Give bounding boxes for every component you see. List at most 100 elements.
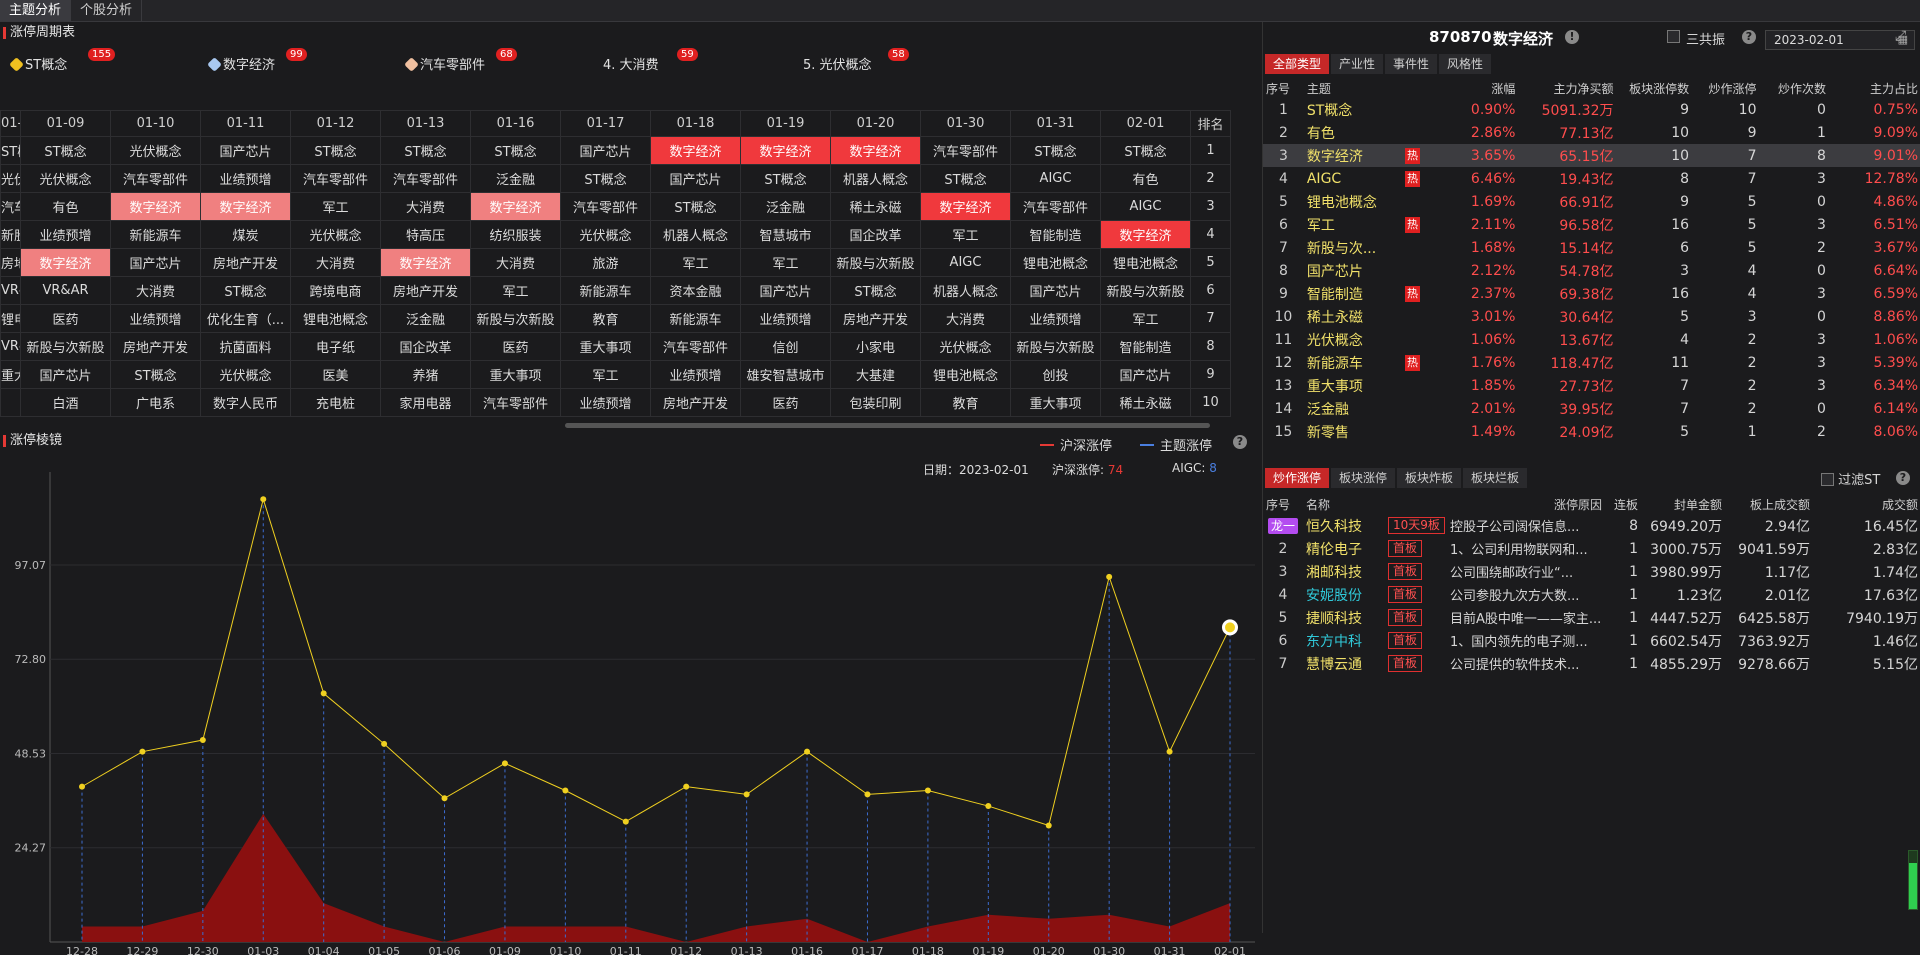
- cycle-cell[interactable]: 数字经济: [110, 192, 201, 221]
- cycle-cell[interactable]: 光伏概念: [920, 332, 1011, 361]
- cycle-cell[interactable]: 锂电池概念: [920, 360, 1011, 389]
- cycle-cell[interactable]: 业绩预增: [110, 304, 201, 333]
- column-header[interactable]: 主题: [1304, 78, 1402, 98]
- cycle-cell[interactable]: 泛金融: [470, 164, 561, 193]
- cycle-cell[interactable]: 抗菌面料: [200, 332, 291, 361]
- cycle-cell[interactable]: 创投: [1010, 360, 1101, 389]
- cycle-cell[interactable]: ST概念: [740, 164, 831, 193]
- date-header[interactable]: 01-06: [0, 110, 21, 137]
- theme-row[interactable]: 4 AIGC 热 6.46% 19.43亿 8 7 3 12.78%: [1263, 167, 1920, 190]
- date-header[interactable]: 01-11: [200, 110, 291, 137]
- date-header[interactable]: 01-13: [380, 110, 471, 137]
- theme-row[interactable]: 15 新零售 1.49% 24.09亿 5 1 2 8.06%: [1263, 420, 1920, 443]
- date-header[interactable]: 01-19: [740, 110, 831, 137]
- sangong-help-icon[interactable]: ?: [1742, 30, 1756, 44]
- cycle-cell[interactable]: 房地产开发: [650, 388, 741, 417]
- cycle-cell[interactable]: 智能制造: [1100, 332, 1191, 361]
- cycle-cell[interactable]: 数字经济: [470, 192, 561, 221]
- stock-tab[interactable]: 板块烂板: [1463, 468, 1528, 488]
- cycle-cell[interactable]: 新能源车: [560, 276, 651, 305]
- cycle-cell[interactable]: 房地产开发: [110, 332, 201, 361]
- stock-name[interactable]: 东方中科: [1303, 629, 1385, 652]
- cycle-cell[interactable]: 数字经济: [920, 192, 1011, 221]
- cycle-cell[interactable]: 国产芯片: [740, 276, 831, 305]
- cycle-cell[interactable]: 旅游: [560, 248, 651, 277]
- cycle-cell[interactable]: 机器人概念: [650, 220, 741, 249]
- theme-row[interactable]: 12 新能源车热 1.76% 118.47亿 11 2 3 5.39%: [1263, 351, 1920, 374]
- date-header[interactable]: 01-20: [830, 110, 921, 137]
- cycle-cell[interactable]: ST概念: [920, 164, 1011, 193]
- theme-row[interactable]: 7 新股与次... 1.68% 15.14亿 6 5 2 3.67%: [1263, 236, 1920, 259]
- cycle-cell[interactable]: 信创: [740, 332, 831, 361]
- cycle-cell[interactable]: VR&AR: [0, 332, 21, 361]
- cycle-cell[interactable]: 数字经济: [650, 136, 741, 165]
- column-header[interactable]: [1402, 78, 1445, 98]
- cycle-cell[interactable]: 特高压: [380, 220, 471, 249]
- theme-name[interactable]: 稀土永磁: [1304, 305, 1402, 328]
- stock-tab[interactable]: 板块涨停: [1331, 468, 1396, 488]
- stock-name[interactable]: 安妮股份: [1303, 583, 1385, 606]
- data-point[interactable]: [1166, 748, 1173, 755]
- cycle-cell[interactable]: 汽车零部件: [650, 332, 741, 361]
- limit-reason[interactable]: 1、国内领先的电子测...: [1447, 629, 1605, 652]
- data-point[interactable]: [924, 787, 931, 794]
- cycle-cell[interactable]: 汽车零部件: [1010, 192, 1101, 221]
- data-point[interactable]: [381, 740, 388, 747]
- cycle-cell[interactable]: 汽车零部件: [290, 164, 381, 193]
- theme-name[interactable]: 锂电池概念: [1304, 190, 1402, 213]
- expand-icon[interactable]: ⤢: [1895, 28, 1906, 44]
- theme-row[interactable]: 2 有色 2.86% 77.13亿 10 9 1 9.09%: [1263, 121, 1920, 144]
- cycle-cell[interactable]: 汽车零部件: [380, 164, 471, 193]
- cycle-cell[interactable]: 医药: [740, 388, 831, 417]
- theme-row[interactable]: 6 军工热 2.11% 96.58亿 16 5 3 6.51%: [1263, 213, 1920, 236]
- date-header[interactable]: 01-18: [650, 110, 741, 137]
- cycle-cell[interactable]: 大消费: [380, 192, 471, 221]
- date-header[interactable]: 01-16: [470, 110, 561, 137]
- cycle-cell[interactable]: ST概念: [1100, 136, 1191, 165]
- theme-name[interactable]: ST概念: [1304, 98, 1402, 121]
- type-tab[interactable]: 事件性: [1385, 54, 1438, 74]
- cycle-cell[interactable]: 新能源车: [650, 304, 741, 333]
- stock-row[interactable]: 龙一 恒久科技 10天9板 控股子公司阔保信息... 8 6949.20万 2.94亿 16.…: [1263, 514, 1920, 537]
- cycle-cell[interactable]: 光伏概念: [200, 360, 291, 389]
- cycle-cell[interactable]: 光伏概念: [110, 136, 201, 165]
- cycle-cell[interactable]: 大基建: [830, 360, 921, 389]
- cycle-cell[interactable]: 大消费: [110, 276, 201, 305]
- cycle-cell[interactable]: 数字经济: [380, 248, 471, 277]
- type-tab[interactable]: 产业性: [1331, 54, 1384, 74]
- theme-row[interactable]: 1 ST概念 0.90% 5091.32万 9 10 0 0.75%: [1263, 98, 1920, 121]
- column-header[interactable]: 连板: [1605, 494, 1641, 514]
- date-header[interactable]: 01-17: [560, 110, 651, 137]
- cycle-cell[interactable]: 光伏概念: [560, 220, 651, 249]
- cycle-cell[interactable]: 军工: [290, 192, 381, 221]
- cycle-cell[interactable]: ST概念: [830, 276, 921, 305]
- stock-name[interactable]: 湘邮科技: [1303, 560, 1385, 583]
- theme-row[interactable]: 3 数字经济热 3.65% 65.15亿 10 7 8 9.01%: [1263, 144, 1920, 167]
- column-header[interactable]: 名称: [1303, 494, 1385, 514]
- cycle-cell[interactable]: 国企改革: [830, 220, 921, 249]
- column-header[interactable]: 板块涨停数: [1616, 78, 1692, 98]
- theme-name[interactable]: 国产芯片: [1304, 259, 1402, 282]
- cycle-cell[interactable]: ST概念: [20, 136, 111, 165]
- cycle-cell[interactable]: 充电桩: [290, 388, 381, 417]
- theme-name[interactable]: 新股与次...: [1304, 236, 1402, 259]
- cycle-cell[interactable]: AIGC: [1010, 164, 1101, 193]
- cycle-cell[interactable]: 新股与次新股: [0, 220, 21, 249]
- cycle-cell[interactable]: 新股与次新股: [1010, 332, 1101, 361]
- cycle-cell[interactable]: 军工: [650, 248, 741, 277]
- cycle-cell[interactable]: 国产芯片: [650, 164, 741, 193]
- cycle-cell[interactable]: 国产芯片: [110, 248, 201, 277]
- cycle-cell[interactable]: 汽车零部件: [560, 192, 651, 221]
- cycle-cell[interactable]: 教育: [920, 388, 1011, 417]
- data-point[interactable]: [743, 791, 750, 798]
- cycle-cell[interactable]: 业绩预增: [1010, 304, 1101, 333]
- limit-reason[interactable]: 1、公司利用物联网和...: [1447, 537, 1605, 560]
- cycle-cell[interactable]: 数字经济: [1100, 220, 1191, 249]
- stock-row[interactable]: 3 湘邮科技 首板 公司围绕邮政行业“... 1 3980.99万 1.17亿 1.74亿: [1263, 560, 1920, 583]
- data-point[interactable]: [1045, 822, 1052, 829]
- tab-stock-analysis[interactable]: 个股分析: [71, 0, 143, 21]
- data-point[interactable]: [501, 760, 508, 767]
- stock-row[interactable]: 4 安妮股份 首板 公司参股九次方大数... 1 1.23亿 2.01亿 17.63亿: [1263, 583, 1920, 606]
- column-header[interactable]: 涨幅: [1445, 78, 1519, 98]
- column-header[interactable]: [1385, 494, 1447, 514]
